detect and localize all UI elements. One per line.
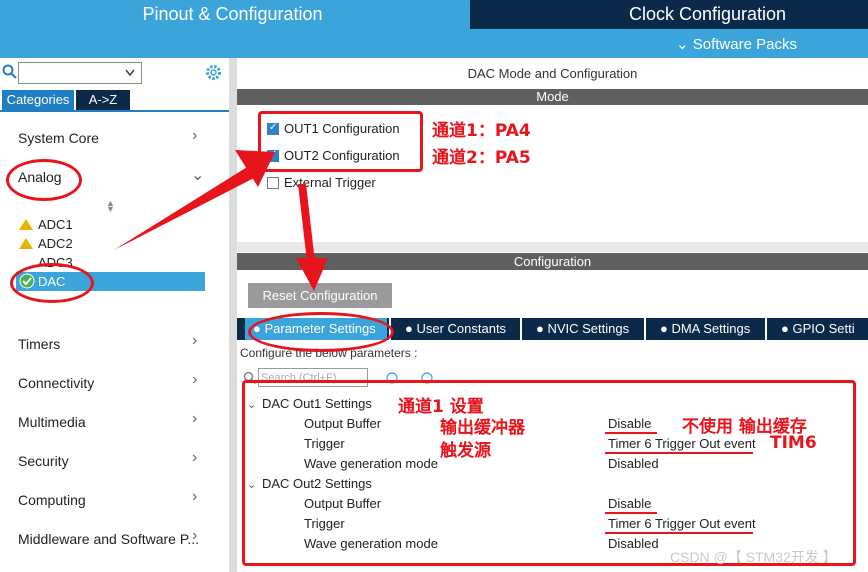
annotation-tim6: TIM6 bbox=[770, 433, 817, 453]
annotation-trigger-source: 触发源 bbox=[440, 441, 491, 461]
annotation-arrows bbox=[114, 150, 328, 291]
annotation-underline bbox=[605, 532, 753, 534]
annotation-ch1: 通道1：PA4 bbox=[432, 121, 531, 141]
watermark: CSDN @【 STM32开发 】 bbox=[670, 549, 837, 565]
annotation-output-buffer: 输出缓冲器 bbox=[440, 418, 525, 438]
annotation-underline bbox=[605, 452, 753, 454]
annotation-underline bbox=[605, 512, 657, 514]
annotation-ch2: 通道2：PA5 bbox=[432, 148, 531, 168]
annotation-underline bbox=[605, 432, 657, 434]
